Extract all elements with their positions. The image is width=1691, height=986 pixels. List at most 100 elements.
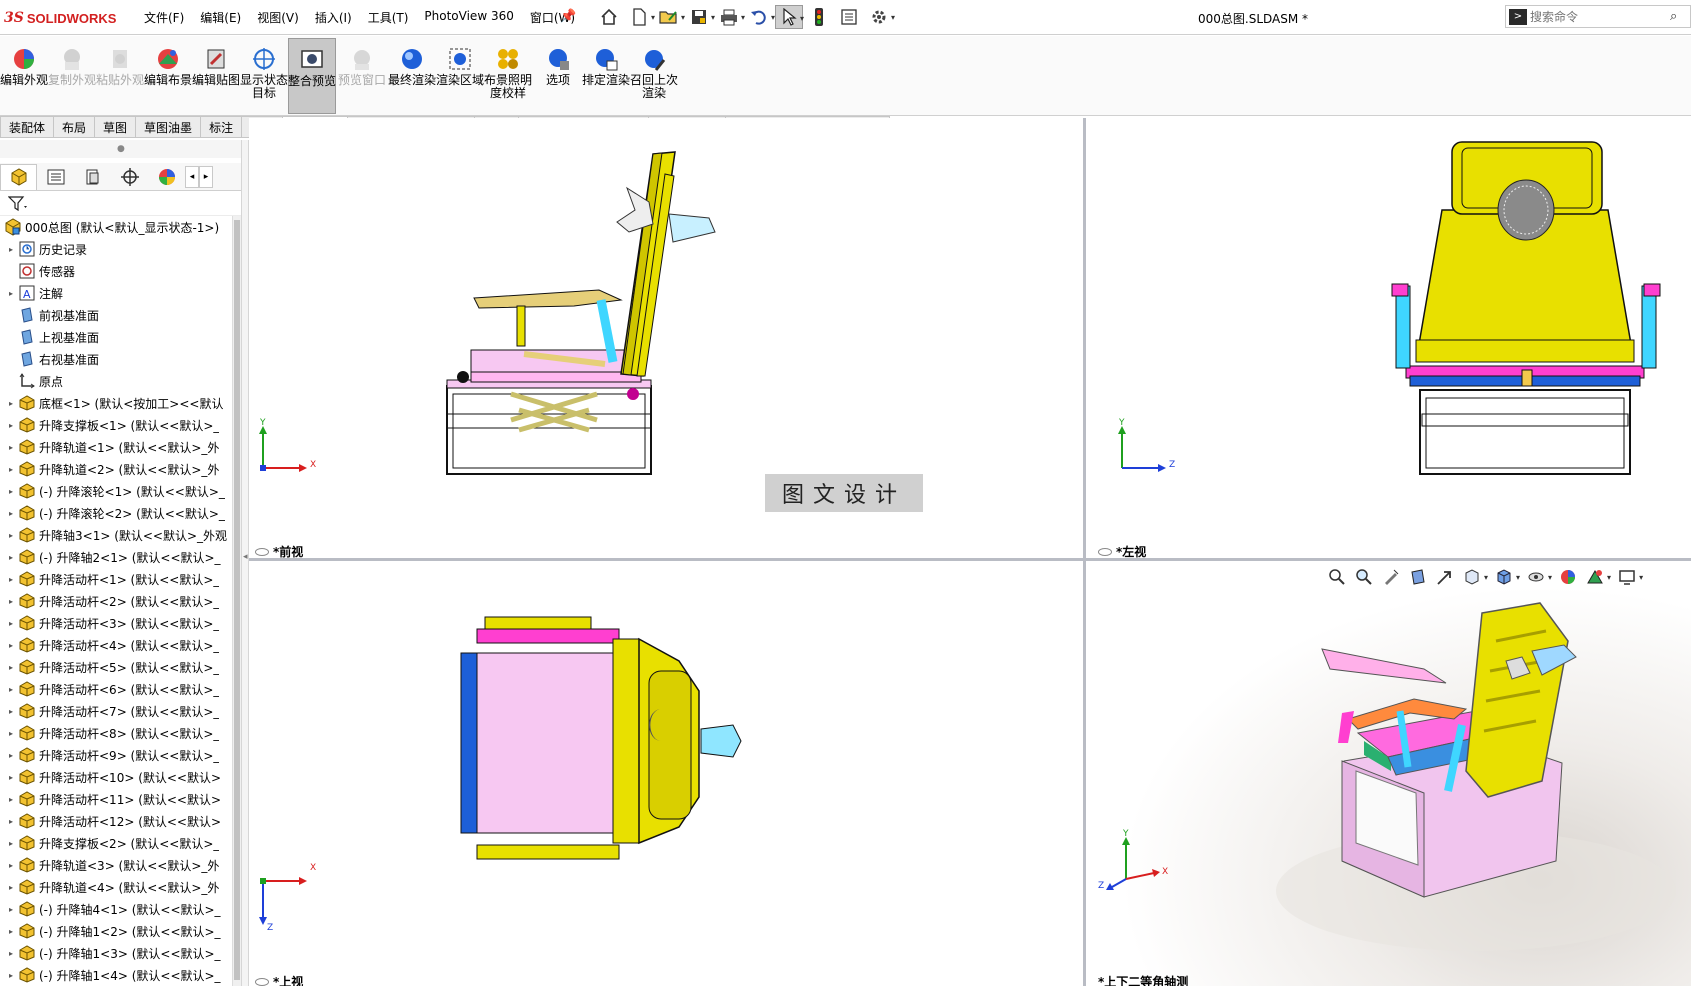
tree-item[interactable]: ▸ (-) 升降轴4<1> (默认<<默认>_ — [0, 898, 232, 920]
tree-item[interactable]: ▸ 升降活动杆<9> (默认<<默认>_ — [0, 744, 232, 766]
expand-chevron-icon[interactable]: ▸ — [4, 927, 18, 936]
scene-illumination-proof-button[interactable]: 布景照明度校样 — [484, 38, 532, 114]
save-icon[interactable]: ▾ — [685, 5, 715, 29]
tree-item[interactable]: ▸ 升降轨道<2> (默认<<默认>_外 — [0, 458, 232, 480]
expand-chevron-icon[interactable]: ▸ — [4, 443, 18, 452]
tree-item[interactable]: 右视基准面 — [0, 348, 232, 370]
expand-chevron-icon[interactable]: ▸ — [4, 421, 18, 430]
tab-2[interactable]: 草图 — [95, 116, 137, 138]
menu-item-5[interactable]: PhotoView 360 — [416, 9, 521, 26]
expand-chevron-icon[interactable]: ▸ — [4, 773, 18, 782]
viewport-isometric[interactable]: ▾ ▾ ▾ ▾ ▾ Y X Z *上下二等角轴测 — [1086, 561, 1691, 986]
tree-item[interactable]: ▸ 升降活动杆<3> (默认<<默认>_ — [0, 612, 232, 634]
apply-scene-icon[interactable] — [1584, 567, 1606, 587]
dynamic-annotation-icon[interactable] — [1434, 567, 1456, 587]
tree-item[interactable]: ▸ 升降支撑板<2> (默认<<默认>_ — [0, 832, 232, 854]
select-pointer-icon[interactable]: ▾ — [775, 5, 804, 29]
tree-item[interactable]: ▸ 升降活动杆<6> (默认<<默认>_ — [0, 678, 232, 700]
tree-item[interactable]: ▸ 升降活动杆<10> (默认<<默认> — [0, 766, 232, 788]
tree-item[interactable]: ▸ 升降轨道<1> (默认<<默认>_外 — [0, 436, 232, 458]
expand-chevron-icon[interactable]: ▸ — [4, 839, 18, 848]
expand-chevron-icon[interactable]: ▸ — [4, 729, 18, 738]
menu-item-4[interactable]: 工具(T) — [360, 9, 417, 26]
menu-item-3[interactable]: 插入(I) — [307, 9, 360, 26]
zoom-to-area-icon[interactable] — [1353, 567, 1375, 587]
tree-item[interactable]: ▸ 升降轨道<3> (默认<<默认>_外 — [0, 854, 232, 876]
expand-chevron-icon[interactable]: ▸ — [4, 685, 18, 694]
view-orientation-icon[interactable] — [1461, 567, 1483, 587]
tree-item[interactable]: 前视基准面 — [0, 304, 232, 326]
scrollbar-thumb[interactable] — [234, 220, 240, 980]
integrated-preview-button[interactable]: 整合预览 — [288, 38, 336, 114]
tree-item[interactable]: ▸ (-) 升降轴1<2> (默认<<默认>_ — [0, 920, 232, 942]
viewport-top-label[interactable]: *上视 — [255, 973, 303, 986]
tabs-scroll-right-icon[interactable]: ▸ — [199, 165, 213, 188]
expand-chevron-icon[interactable]: ▸ — [4, 949, 18, 958]
expand-chevron-icon[interactable]: ▸ — [4, 465, 18, 474]
expand-chevron-icon[interactable]: ▸ — [4, 619, 18, 628]
tree-item[interactable]: ▸ 升降活动杆<12> (默认<<默认> — [0, 810, 232, 832]
expand-chevron-icon[interactable]: ▸ — [4, 553, 18, 562]
viewport-front-label[interactable]: *前视 — [255, 543, 303, 558]
final-render-button[interactable]: 最终渲染 — [388, 38, 436, 114]
menu-item-1[interactable]: 编辑(E) — [192, 9, 249, 26]
feature-manager-tree-tab-icon[interactable] — [0, 163, 37, 190]
options-gear-icon[interactable]: ▾ — [865, 5, 895, 29]
tab-0[interactable]: 装配体 — [0, 116, 55, 138]
configuration-manager-tab-icon[interactable] — [74, 164, 111, 190]
tree-item[interactable]: ▸ (-) 升降轴1<3> (默认<<默认>_ — [0, 942, 232, 964]
expand-chevron-icon[interactable]: ▸ — [4, 861, 18, 870]
expand-chevron-icon[interactable]: ▸ — [4, 597, 18, 606]
pin-menu-icon[interactable]: 📌 — [560, 9, 576, 24]
viewport-horizontal-divider[interactable] — [249, 558, 1691, 561]
tree-item[interactable]: ▸ 升降支撑板<1> (默认<<默认>_ — [0, 414, 232, 436]
undo-icon[interactable]: ▾ — [745, 5, 775, 29]
tree-item[interactable]: ▸ 升降活动杆<1> (默认<<默认>_ — [0, 568, 232, 590]
tree-item[interactable]: ▸ 升降活动杆<8> (默认<<默认>_ — [0, 722, 232, 744]
expand-chevron-icon[interactable]: ▸ — [4, 575, 18, 584]
tree-item[interactable]: 上视基准面 — [0, 326, 232, 348]
expand-chevron-icon[interactable]: ▸ — [4, 707, 18, 716]
tree-item[interactable]: ▸ (-) 升降滚轮<2> (默认<<默认>_ — [0, 502, 232, 524]
expand-chevron-icon[interactable]: ▸ — [4, 399, 18, 408]
schedule-render-button[interactable]: 排定渲染 — [582, 38, 630, 114]
edit-appearance-button[interactable]: 编辑外观 — [0, 38, 48, 114]
rebuild-traffic-light-icon[interactable] — [805, 5, 833, 29]
home-icon[interactable] — [595, 5, 623, 29]
edit-appearance-icon[interactable] — [1557, 567, 1579, 587]
expand-chevron-icon[interactable]: ▸ — [4, 509, 18, 518]
tree-item[interactable]: 原点 — [0, 370, 232, 392]
dimxpert-tab-icon[interactable] — [111, 164, 148, 190]
tree-item[interactable]: ▸ 历史记录 — [0, 238, 232, 260]
render-region-button[interactable]: 渲染区域 — [436, 38, 484, 114]
expand-chevron-icon[interactable]: ▸ — [4, 663, 18, 672]
file-properties-icon[interactable] — [835, 5, 863, 29]
tab-4[interactable]: 标注 — [201, 116, 243, 138]
tree-item[interactable]: ▸ 升降轴3<1> (默认<<默认>_外观 — [0, 524, 232, 546]
copy-appearance-button[interactable]: 复制外观 — [48, 38, 96, 114]
view-settings-icon[interactable] — [1616, 567, 1638, 587]
options-button[interactable]: 选项 — [534, 38, 582, 114]
display-state-target-button[interactable]: 显示状态目标 — [240, 38, 288, 114]
expand-chevron-icon[interactable]: ▸ — [4, 245, 18, 254]
tree-item[interactable]: ▸ 升降轨道<4> (默认<<默认>_外 — [0, 876, 232, 898]
splitter-collapse-icon[interactable]: ◂ — [243, 552, 248, 562]
property-manager-tab-icon[interactable] — [37, 164, 74, 190]
tree-item[interactable]: ▸ (-) 升降轴2<1> (默认<<默认>_ — [0, 546, 232, 568]
menu-item-0[interactable]: 文件(F) — [136, 9, 192, 26]
edit-scene-button[interactable]: 编辑布景 — [144, 38, 192, 114]
collapse-handle-icon[interactable]: ● — [117, 144, 125, 154]
tree-root[interactable]: 000总图 (默认<默认_显示状态-1>) — [0, 216, 232, 238]
viewport-vertical-divider[interactable] — [1083, 118, 1086, 986]
expand-chevron-icon[interactable]: ▸ — [4, 289, 18, 298]
feature-manager-collapse-bar[interactable]: ● — [0, 140, 241, 158]
tree-item[interactable]: ▸ (-) 升降轴1<4> (默认<<默认>_ — [0, 964, 232, 986]
filter-icon[interactable] — [7, 195, 30, 216]
panel-splitter[interactable]: ◂ — [241, 140, 249, 986]
expand-chevron-icon[interactable]: ▸ — [4, 817, 18, 826]
expand-chevron-icon[interactable]: ▸ — [4, 883, 18, 892]
viewport-left[interactable]: Y Z *左视 — [1086, 118, 1691, 558]
tree-item[interactable]: ▸ 升降活动杆<2> (默认<<默认>_ — [0, 590, 232, 612]
expand-chevron-icon[interactable]: ▸ — [4, 751, 18, 760]
expand-chevron-icon[interactable]: ▸ — [4, 531, 18, 540]
